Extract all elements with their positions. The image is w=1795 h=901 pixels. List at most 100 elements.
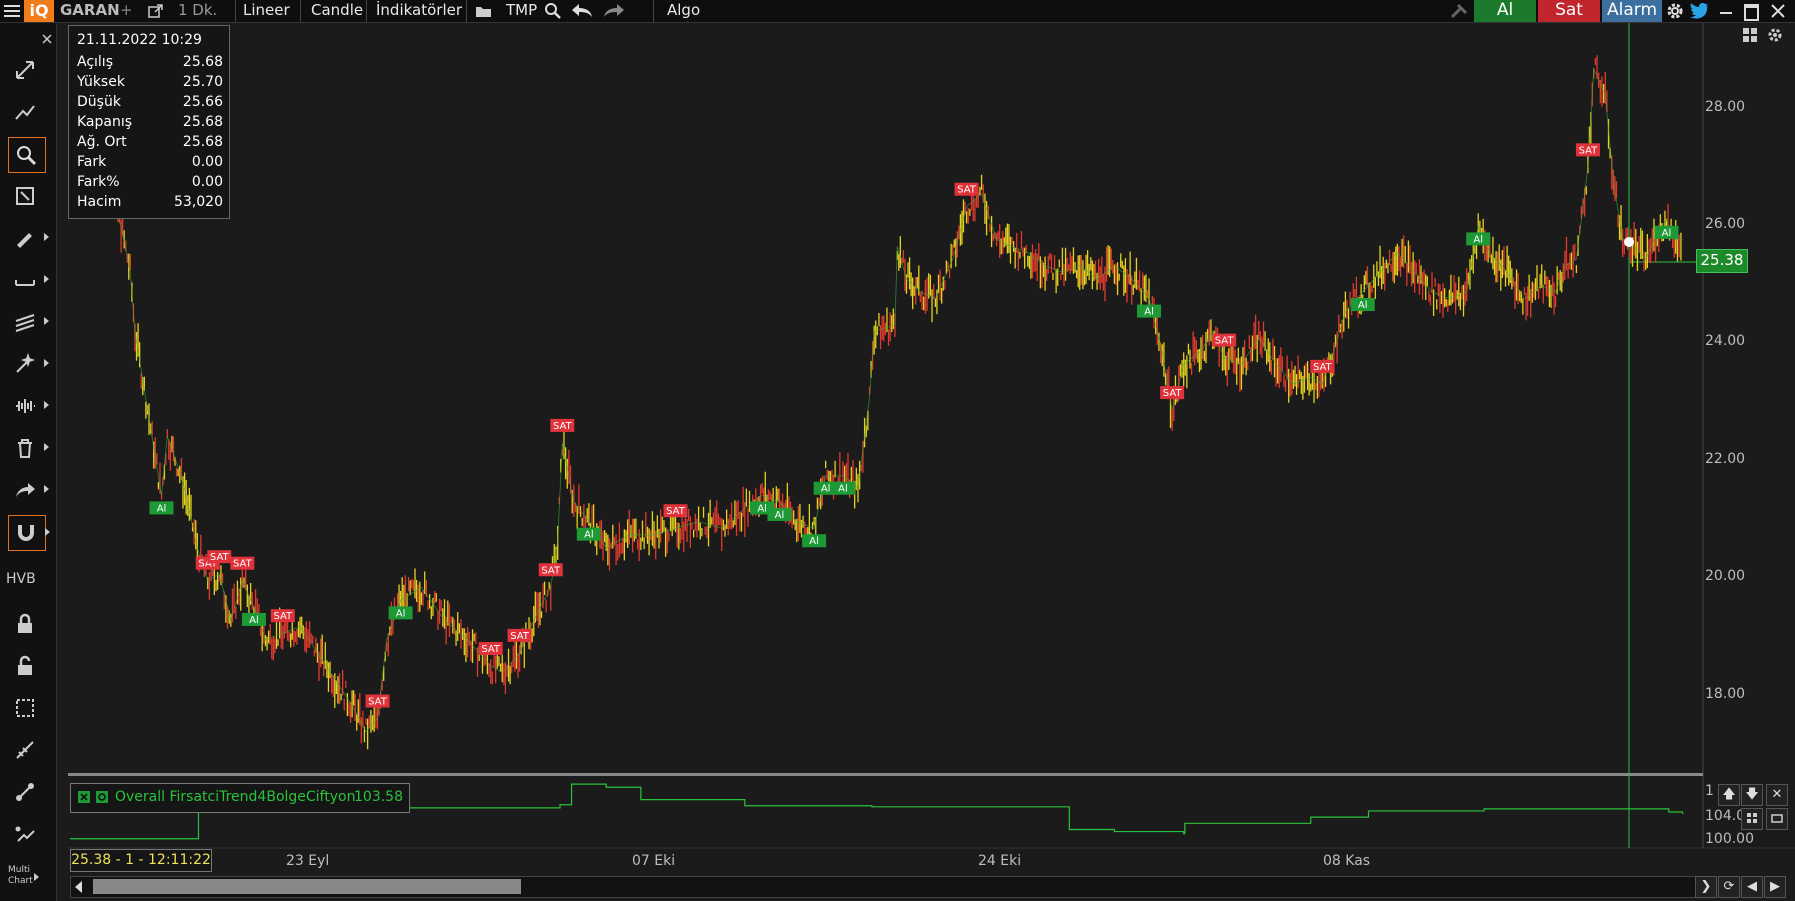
time-scrollbar[interactable] — [70, 876, 1697, 898]
buy-marker-label: Al — [396, 608, 406, 619]
pane-divider — [68, 773, 1703, 776]
price-axis-label: 28.00 — [1705, 99, 1746, 115]
move-pane-up-icon[interactable]: 🡅 — [1718, 784, 1740, 806]
sell-signal-marker: SAT — [1575, 143, 1600, 157]
sell-signal-marker: SAT — [270, 609, 295, 623]
buy-signal-marker: Al — [1137, 304, 1162, 318]
info-key: Açılış — [77, 54, 113, 70]
buy-signal-marker: Al — [1654, 225, 1679, 239]
sell-marker-label: SAT — [553, 421, 573, 432]
sell-signal-marker: SAT — [478, 642, 503, 656]
indicator-axis-label: 104.0 — [1705, 808, 1746, 824]
info-value: 25.66 — [182, 94, 223, 110]
indicator-settings-icon[interactable] — [96, 791, 108, 803]
buy-signal-marker: Al — [149, 501, 174, 515]
info-datetime: 21.11.2022 10:29 — [77, 32, 202, 48]
ohlc-info-box: 21.11.2022 10:29 Açılış 25.68 Yüksek 25.70… — [68, 25, 230, 219]
sell-signal-marker: SAT — [550, 418, 575, 432]
sell-marker-label: SAT — [233, 559, 253, 570]
page-back-icon[interactable]: ◀ — [1741, 876, 1763, 898]
sell-marker-label: SAT — [1313, 362, 1333, 373]
sell-signal-marker: SAT — [663, 504, 688, 517]
buy-signal-marker: Al — [1350, 298, 1375, 312]
scroll-right-icon[interactable]: ❯ — [1695, 876, 1717, 898]
sell-marker-label: SAT — [541, 565, 561, 576]
indicator-axis-label: 100.00 — [1705, 831, 1754, 847]
price-axis-label: 24.00 — [1705, 333, 1746, 349]
info-key: Fark% — [77, 174, 120, 190]
indicator-legend[interactable]: Overall FirsatciTrend4BolgeCiftyon 103.5… — [70, 783, 410, 813]
sell-marker-label: SAT — [481, 644, 501, 655]
sell-signal-marker: SAT — [507, 628, 532, 642]
sell-marker-label: SAT — [210, 552, 230, 563]
date-axis-label: 07 Eki — [632, 853, 676, 869]
scroll-left-icon[interactable] — [75, 881, 82, 893]
buy-signal-marker: Al — [830, 481, 855, 495]
buy-marker-label: Al — [1473, 234, 1483, 245]
sell-signal-marker: SAT — [365, 694, 390, 708]
refresh-icon[interactable]: ⟳ — [1718, 876, 1740, 898]
buy-signal-marker: Al — [241, 612, 266, 626]
buy-marker-label: Al — [584, 530, 594, 541]
info-value: 25.68 — [182, 134, 223, 150]
chart-settings-gear-icon[interactable] — [1765, 27, 1785, 47]
info-value: 25.68 — [182, 114, 223, 130]
move-pane-down-icon[interactable]: 🡇 — [1741, 784, 1763, 806]
info-key: Kapanış — [77, 114, 133, 130]
sell-signal-marker: SAT — [1160, 386, 1185, 400]
indicator-name: Overall FirsatciTrend4BolgeCiftyon — [115, 789, 356, 805]
info-key: Düşük — [77, 94, 121, 110]
pane-maximize-icon[interactable] — [1766, 808, 1788, 830]
buy-signal-marker: Al — [1466, 232, 1491, 246]
info-value: 25.70 — [182, 74, 223, 90]
info-value: 0.00 — [191, 174, 223, 190]
indicator-close-icon[interactable] — [78, 791, 90, 803]
price-axis-label: 18.00 — [1705, 686, 1746, 702]
sell-signal-marker: SAT — [1212, 333, 1237, 347]
layout-grid-icon[interactable] — [1740, 27, 1760, 47]
sell-marker-label: SAT — [510, 631, 530, 642]
buy-marker-label: Al — [1144, 307, 1154, 318]
indicator-axis-partial: 1 — [1705, 783, 1714, 799]
indicator-value: 103.58 — [354, 789, 403, 805]
sell-signal-marker: SAT — [954, 182, 979, 196]
info-key: Ağ. Ort — [77, 134, 127, 150]
buy-signal-marker: Al — [802, 534, 827, 548]
cursor-status-box: 25.38 - 1 - 12:11:22 — [70, 849, 212, 872]
price-axis-label: 22.00 — [1705, 451, 1746, 467]
buy-marker-label: Al — [821, 484, 831, 495]
info-value: 25.68 — [182, 54, 223, 70]
scrollbar-thumb[interactable] — [93, 879, 521, 894]
sell-marker-label: SAT — [368, 697, 388, 708]
sell-marker-label: SAT — [1163, 388, 1183, 399]
buy-marker-label: Al — [775, 510, 785, 521]
sell-marker-label: SAT — [666, 506, 686, 517]
sell-marker-label: SAT — [1215, 336, 1235, 347]
buy-marker-label: Al — [838, 484, 848, 495]
sell-signal-marker: SAT — [538, 563, 563, 577]
current-price-tag: 25.38 — [1696, 249, 1748, 273]
buy-marker-label: Al — [249, 615, 259, 626]
buy-marker-label: Al — [757, 503, 767, 514]
buy-signal-marker: Al — [767, 507, 792, 521]
date-axis-label: 08 Kas — [1323, 853, 1371, 869]
info-key: Fark — [77, 154, 107, 170]
info-key: Hacim — [77, 194, 122, 210]
buy-marker-label: Al — [1662, 228, 1672, 239]
price-axis-label: 20.00 — [1705, 568, 1746, 584]
pane-layout-icon[interactable] — [1741, 808, 1763, 830]
price-chart[interactable]: AlAlAlAlAlAlAlAl AlAlAlAlAlSATSATSATSATSA… — [0, 0, 1795, 901]
buy-signal-marker: Al — [576, 527, 601, 541]
page-forward-icon[interactable]: ▶ — [1764, 876, 1786, 898]
sell-marker-label: SAT — [273, 611, 293, 622]
sell-marker-label: SAT — [1579, 145, 1599, 156]
buy-signal-marker: Al — [388, 606, 413, 620]
date-axis-label: 23 Eyl — [286, 853, 330, 869]
info-value: 0.00 — [191, 154, 223, 170]
sell-signal-marker: SAT — [1310, 359, 1335, 373]
close-pane-icon[interactable]: ✕ — [1766, 784, 1788, 806]
info-key: Yüksek — [77, 74, 125, 90]
sell-marker-label: SAT — [957, 185, 977, 196]
buy-marker-label: Al — [157, 503, 167, 514]
crosshair-dot — [1624, 237, 1634, 247]
